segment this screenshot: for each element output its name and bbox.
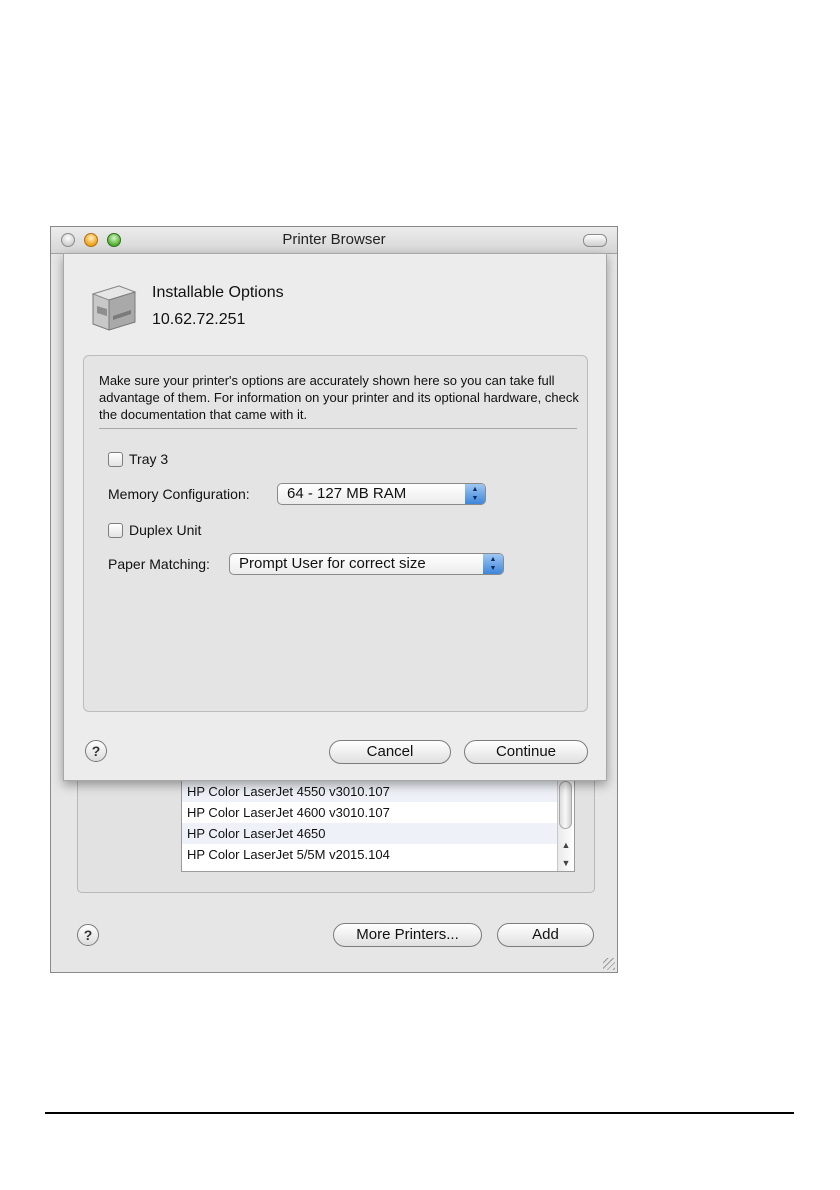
sheet-help-button[interactable]: ? — [85, 740, 107, 762]
options-group-box: Make sure your printer's options are acc… — [83, 355, 588, 712]
list-item[interactable]: HP Color LaserJet 4600 v3010.107 — [182, 802, 574, 823]
paper-matching-popup[interactable]: Prompt User for correct size ▲ ▼ — [229, 553, 504, 575]
tray-3-option[interactable]: Tray 3 — [108, 451, 168, 467]
printer-ip-address: 10.62.72.251 — [152, 311, 246, 328]
list-scrollbar[interactable]: ▲ ▼ — [557, 781, 574, 871]
tray-3-checkbox[interactable] — [108, 451, 123, 467]
list-item[interactable]: HP Color LaserJet 4550 v3010.107 — [182, 781, 574, 802]
scrollbar-thumb[interactable] — [559, 781, 572, 829]
page-footer-rule — [45, 1112, 794, 1114]
cancel-button[interactable]: Cancel — [329, 740, 451, 764]
scroll-down-arrow-icon[interactable]: ▼ — [558, 855, 574, 871]
duplex-unit-label: Duplex Unit — [129, 522, 202, 538]
printer-icon — [91, 285, 137, 331]
list-item[interactable]: HP Color LaserJet 4650 — [182, 823, 574, 844]
window-help-button[interactable]: ? — [77, 924, 99, 946]
paper-matching-label: Paper Matching: — [108, 556, 210, 572]
window-titlebar[interactable]: Printer Browser — [51, 227, 617, 254]
continue-button[interactable]: Continue — [464, 740, 588, 764]
sheet-title: Installable Options — [152, 284, 284, 301]
options-description: Make sure your printer's options are acc… — [99, 373, 579, 422]
printer-model-list[interactable]: HP Color LaserJet 4550 v3010.107 HP Colo… — [181, 780, 575, 872]
list-item[interactable]: HP Color LaserJet 5/5M v2015.104 — [182, 844, 574, 865]
add-button[interactable]: Add — [497, 923, 594, 947]
tray-3-label: Tray 3 — [129, 451, 169, 467]
memory-configuration-label: Memory Configuration: — [108, 486, 250, 502]
duplex-unit-checkbox[interactable] — [108, 522, 123, 538]
toolbar-toggle-button[interactable] — [583, 234, 607, 247]
installable-options-sheet: Installable Options 10.62.72.251 Make su… — [63, 253, 607, 781]
more-printers-button[interactable]: More Printers... — [333, 923, 482, 947]
memory-configuration-value: 64 - 127 MB RAM — [287, 485, 407, 502]
popup-arrows-icon: ▲ ▼ — [483, 554, 503, 574]
scroll-up-arrow-icon[interactable]: ▲ — [558, 837, 574, 853]
resize-grip-icon[interactable] — [603, 958, 615, 970]
options-divider — [99, 428, 577, 429]
window-title: Printer Browser — [282, 231, 386, 248]
memory-configuration-popup[interactable]: 64 - 127 MB RAM ▲ ▼ — [277, 483, 486, 505]
duplex-unit-option[interactable]: Duplex Unit — [108, 522, 201, 538]
popup-arrows-icon: ▲ ▼ — [465, 484, 485, 504]
paper-matching-value: Prompt User for correct size — [239, 555, 426, 572]
